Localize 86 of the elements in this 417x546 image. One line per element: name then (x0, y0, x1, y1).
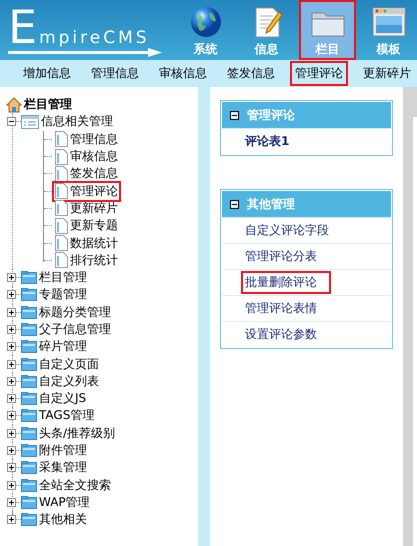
tree-item[interactable]: 信息相关管理 (41, 113, 113, 130)
expand-toggle[interactable] (7, 515, 16, 524)
folder-icon (21, 323, 37, 336)
expand-toggle[interactable] (7, 394, 16, 404)
tree-item[interactable]: 自定义页面 (39, 356, 99, 373)
file-icon (55, 200, 68, 216)
file-icon (55, 131, 68, 148)
file-icon (55, 148, 68, 165)
tree-item[interactable]: 碎片管理 (39, 338, 87, 356)
menu-link[interactable]: 审核信息 (154, 61, 212, 86)
tree-item-label: 管理信息 (70, 130, 118, 148)
file-icon (55, 218, 68, 234)
panel-title: 其他管理 (247, 196, 295, 212)
tree-item[interactable]: 栏目管理 (39, 269, 87, 286)
tree-item[interactable]: 全站全文搜索 (39, 476, 111, 494)
file-icon (55, 183, 68, 200)
panel-link[interactable]: 管理评论分表 (241, 245, 321, 268)
menu-link[interactable]: 管理信息 (86, 61, 144, 86)
folder-icon (21, 444, 37, 458)
file-icon (55, 252, 68, 268)
menu-link[interactable]: 增加信息 (18, 61, 76, 86)
tree-item-label: 管理评论 (70, 182, 118, 200)
expand-toggle[interactable] (7, 273, 16, 282)
folder-icon (21, 306, 37, 319)
tree-item[interactable]: 父子信息管理 (39, 321, 111, 338)
menu-link[interactable]: 管理评论 (290, 61, 348, 86)
folder-icon (21, 496, 37, 509)
home-icon (6, 96, 22, 113)
arrow-icon (8, 48, 162, 56)
globe-icon (190, 6, 222, 38)
tree-item-label: 签发信息 (70, 165, 118, 182)
expand-toggle[interactable] (7, 463, 16, 472)
folder-icon (21, 478, 37, 492)
file-icon (55, 166, 68, 182)
tree-root[interactable]: 栏目管理 (24, 96, 72, 114)
folder-icon (21, 288, 37, 302)
expand-toggle[interactable] (7, 446, 16, 456)
tree-item[interactable]: WAP管理 (39, 494, 90, 511)
expand-toggle[interactable] (7, 376, 16, 386)
tree-item-label: 排行统计 (70, 252, 118, 269)
menu-link[interactable]: 签发信息 (222, 61, 280, 86)
tree-item[interactable]: 自定义列表 (39, 372, 99, 390)
folder-icon (21, 374, 37, 388)
panel-link[interactable]: 管理评论表情 (241, 297, 321, 320)
folder-icon (21, 426, 37, 440)
tree-item-label: 审核信息 (70, 148, 118, 166)
expand-toggle[interactable] (7, 428, 16, 438)
folder-icon (21, 461, 37, 474)
tree-item[interactable]: TAGS管理 (39, 407, 94, 424)
expand-toggle[interactable] (7, 480, 16, 490)
panel-link[interactable]: 设置评论参数 (241, 323, 321, 346)
collapse-toggle[interactable] (7, 117, 16, 126)
expand-toggle[interactable] (7, 308, 16, 317)
panel-title: 管理评论 (247, 106, 295, 124)
tree-item[interactable]: 附件管理 (39, 442, 87, 460)
menu-link[interactable]: 更新碎片 (358, 61, 416, 86)
expand-toggle[interactable] (7, 290, 16, 300)
expand-toggle[interactable] (7, 498, 16, 507)
tree-item[interactable]: 采集管理 (39, 459, 87, 476)
folder-icon (21, 340, 37, 354)
window-icon (372, 6, 406, 38)
expand-toggle[interactable] (7, 325, 16, 334)
tree-item-label: 更新碎片 (70, 200, 118, 217)
expand-toggle[interactable] (7, 342, 16, 352)
tree-item[interactable]: 专题管理 (39, 286, 87, 304)
panel-link[interactable]: 评论表1 (241, 130, 294, 153)
list-icon (21, 114, 39, 129)
folder-icon (21, 392, 37, 406)
folder-icon (21, 409, 37, 422)
expand-toggle[interactable] (7, 411, 16, 420)
expand-toggle[interactable] (7, 360, 16, 369)
tree-item[interactable]: 头条/推荐级别 (39, 424, 116, 442)
collapse-icon (230, 110, 239, 120)
panel-link[interactable]: 批量删除评论 (241, 271, 331, 294)
folder-icon (21, 513, 37, 526)
tree-item[interactable]: 标题分类管理 (39, 304, 111, 321)
tree-item-label: 数据统计 (70, 234, 118, 252)
file-icon (55, 235, 68, 252)
tree-item[interactable]: 自定义JS (39, 390, 86, 408)
folder-icon (21, 358, 37, 371)
collapse-icon (230, 200, 239, 208)
tree-item-label: 更新专题 (70, 217, 118, 234)
tree-item[interactable]: 其他相关 (39, 511, 87, 528)
tree-item[interactable]: 管理评论 (52, 180, 121, 202)
folder-icon (21, 271, 37, 284)
panel-link[interactable]: 自定义评论字段 (241, 219, 333, 242)
